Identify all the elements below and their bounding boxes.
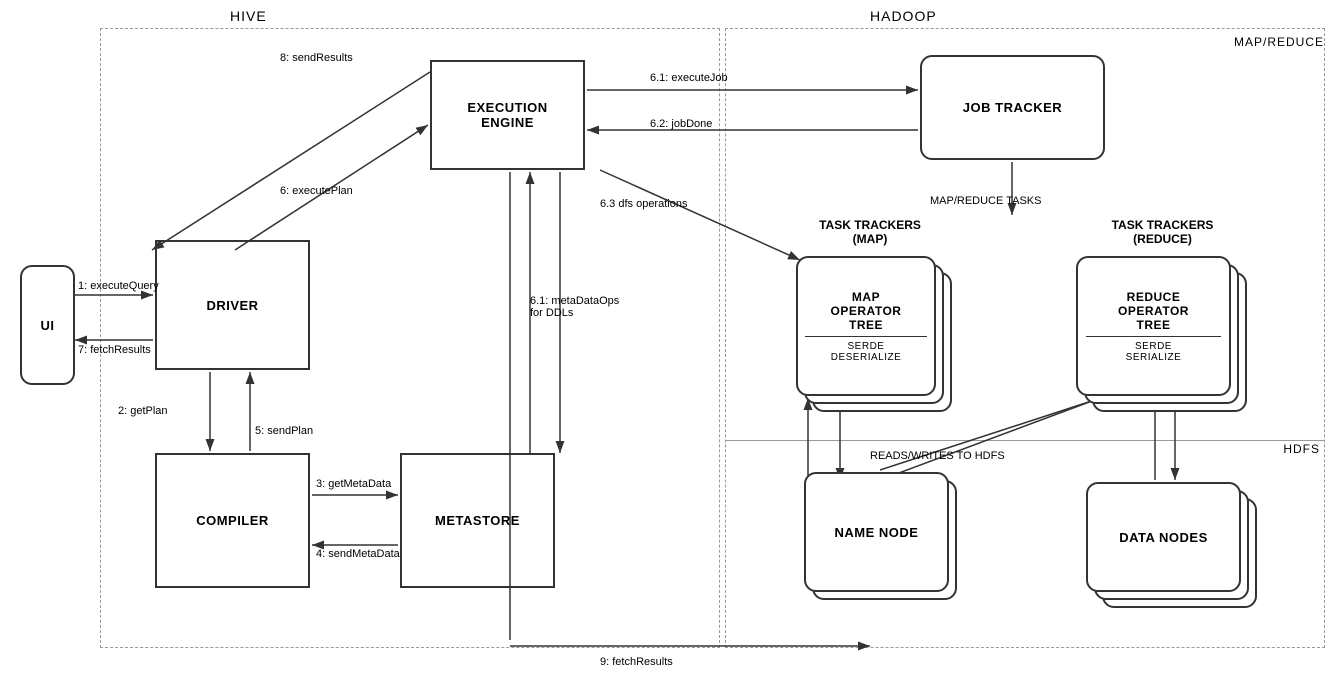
label-execute-plan: 6: executePlan — [280, 185, 353, 197]
label-execute-query: 1: executeQuery — [78, 280, 159, 292]
driver-box: DRIVER — [155, 240, 310, 370]
label-get-metadata: 3: getMetaData — [316, 478, 391, 490]
label-metadata-ops: 6.1: metaDataOps for DDLs — [530, 295, 619, 319]
compiler-box: COMPILER — [155, 453, 310, 588]
hadoop-label: HADOOP — [870, 8, 937, 24]
diagram-container: HIVE HADOOP MAP/REDUCE HDFS UI DRIVER CO… — [0, 0, 1342, 694]
label-send-plan: 5: sendPlan — [255, 425, 313, 437]
label-send-results: 8: sendResults — [280, 52, 353, 64]
label-dfs-ops: 6.3 dfs operations — [600, 198, 687, 210]
label-execute-job: 6.1: executeJob — [650, 72, 728, 84]
label-send-metadata: 4: sendMetaData — [316, 548, 400, 560]
execution-engine-box: EXECUTION ENGINE — [430, 60, 585, 170]
metastore-box: METASTORE — [400, 453, 555, 588]
label-fetch-results-9: 9: fetchResults — [600, 656, 673, 668]
name-node-box: NAME NODE — [804, 472, 949, 592]
label-reads-writes: READS/WRITES TO HDFS — [870, 450, 1005, 462]
label-fetch-results-7: 7: fetchResults — [78, 344, 151, 356]
label-job-done: 6.2: jobDone — [650, 118, 712, 130]
mapreduce-label: MAP/REDUCE — [1234, 35, 1324, 49]
mapreduce-divider — [726, 440, 1324, 441]
label-mapreduce-tasks: MAP/REDUCE TASKS — [930, 195, 1041, 207]
task-trackers-reduce-label: TASK TRACKERS(REDUCE) — [1070, 218, 1255, 246]
label-get-plan: 2: getPlan — [118, 405, 168, 417]
ui-box: UI — [20, 265, 75, 385]
task-trackers-map-label: TASK TRACKERS(MAP) — [780, 218, 960, 246]
data-nodes-box: DATA NODES — [1086, 482, 1241, 592]
hdfs-label: HDFS — [1283, 442, 1320, 456]
reduce-op-tree-box: REDUCEOPERATORTREE SERDE SERIALIZE — [1076, 256, 1231, 396]
job-tracker-box: JOB TRACKER — [920, 55, 1105, 160]
hive-label: HIVE — [230, 8, 267, 24]
map-op-tree-box: MAPOPERATORTREE SERDE DESERIALIZE — [796, 256, 936, 396]
